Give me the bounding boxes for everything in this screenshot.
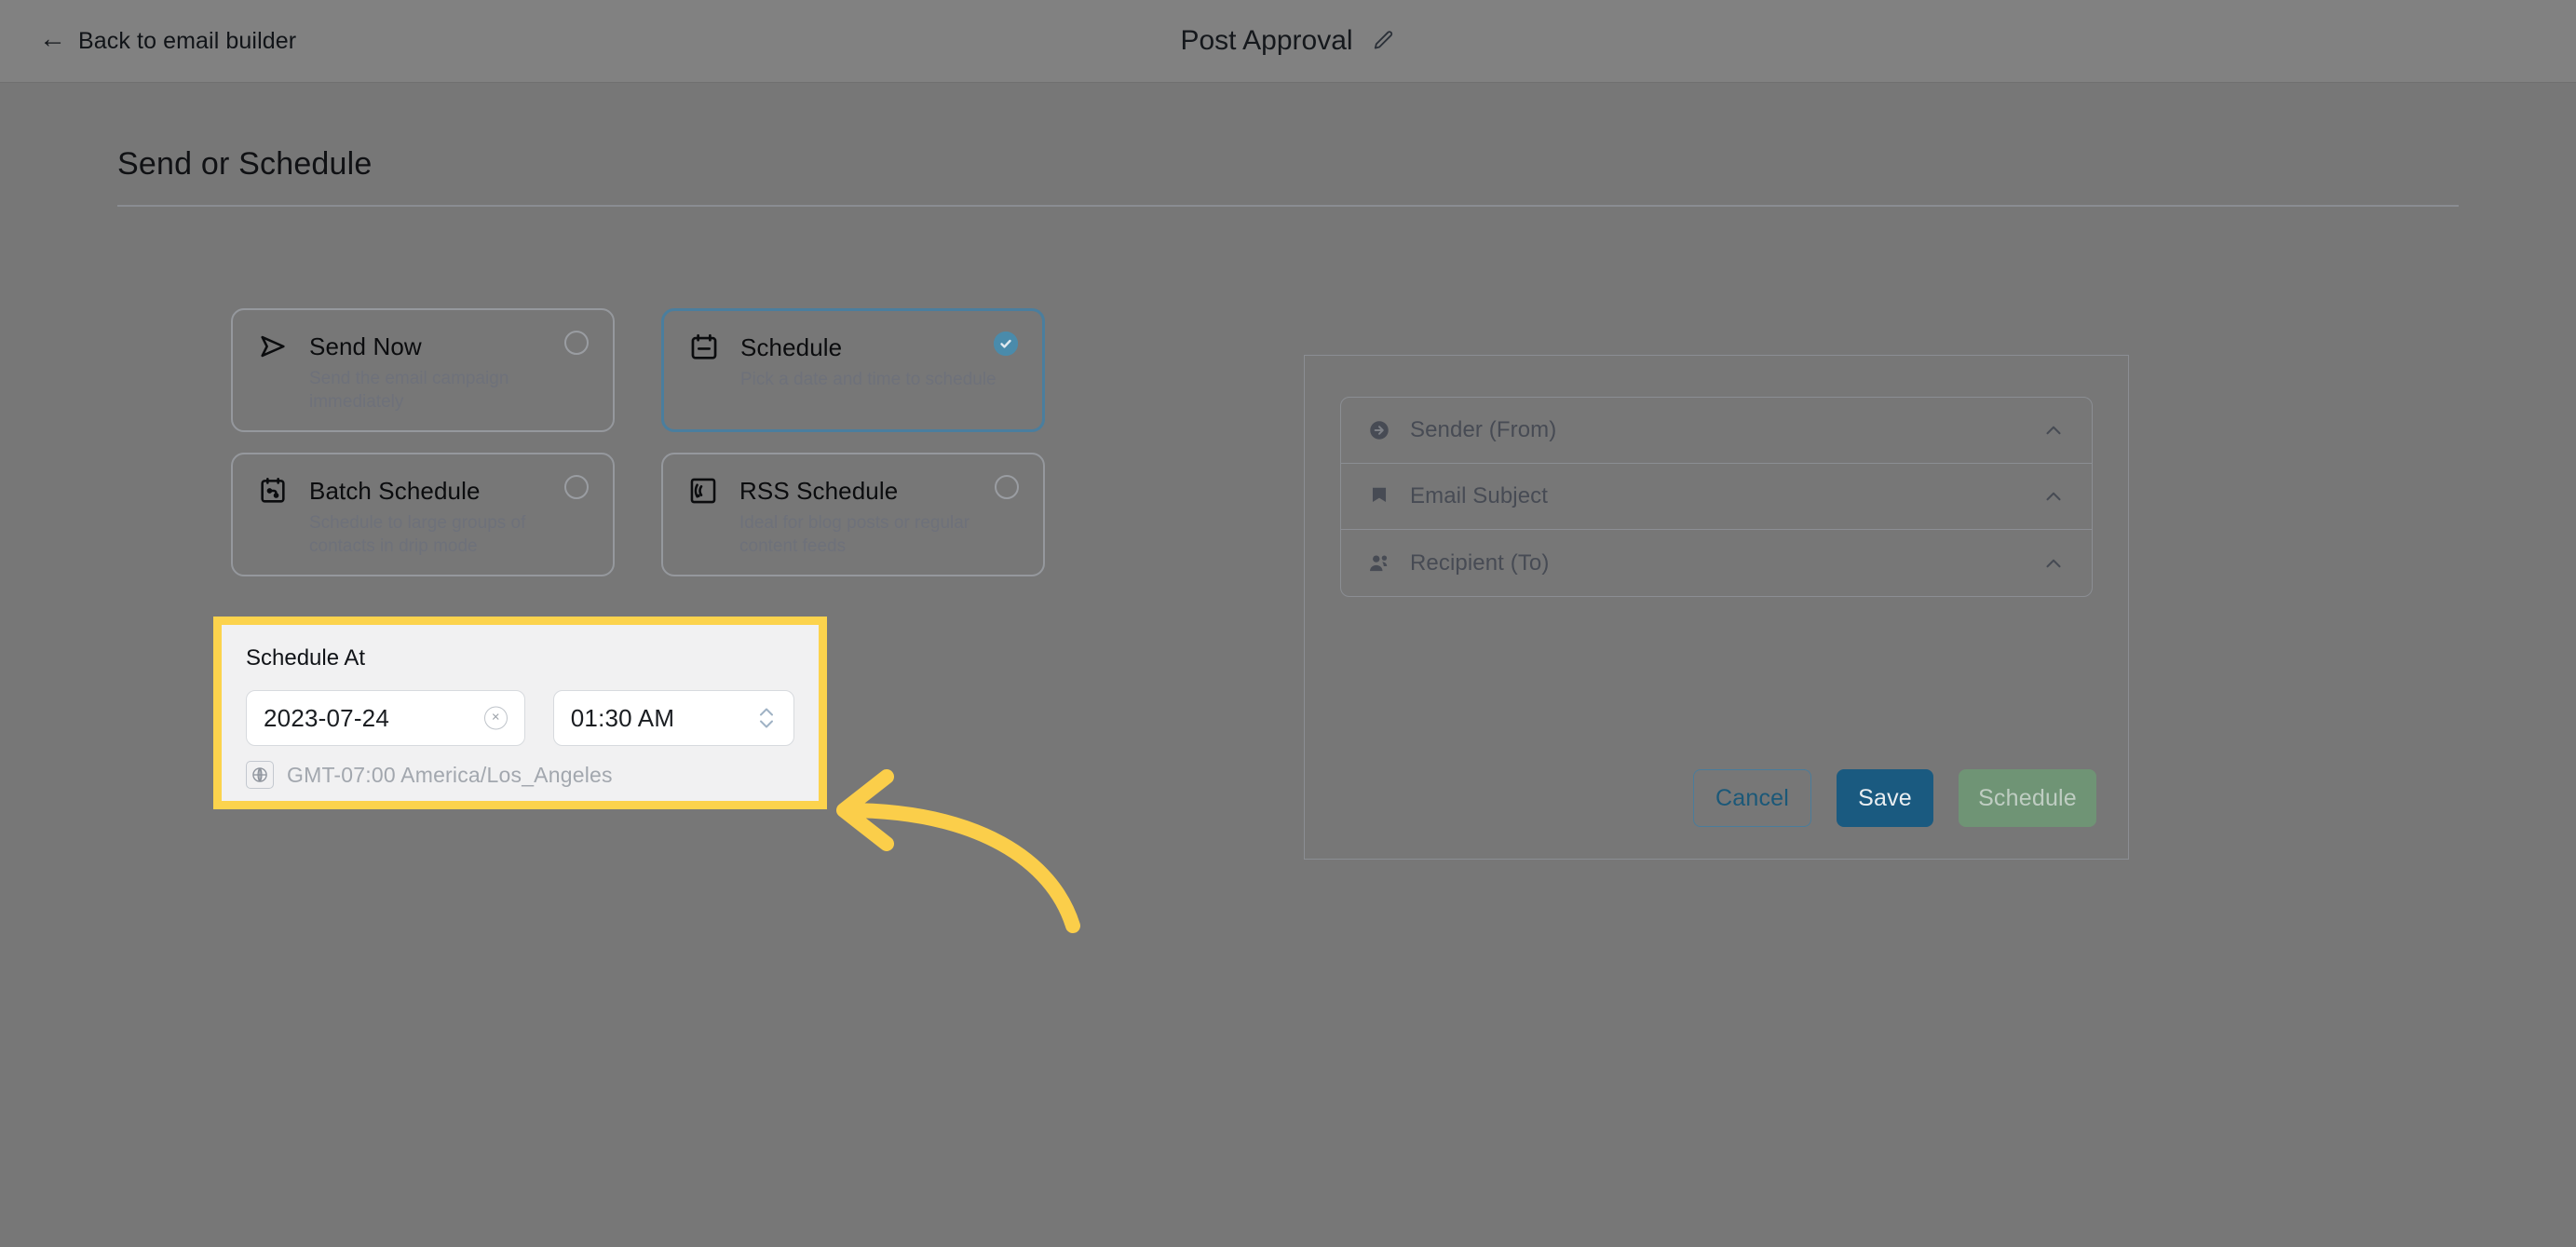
option-head: RSS Schedule — [687, 475, 1019, 507]
date-time-row: 2023-07-24 × 01:30 AM — [246, 690, 794, 746]
title-divider — [117, 205, 2459, 207]
option-head: Schedule — [688, 332, 1018, 363]
details-accordion: Sender (From) Email Subject Recipient (T… — [1340, 397, 2093, 597]
page-title: Send or Schedule — [117, 146, 373, 182]
calendar-icon — [688, 332, 720, 363]
batch-calendar-icon — [257, 475, 289, 507]
recipients-icon — [1367, 551, 1391, 576]
schedule-time-value: 01:30 AM — [570, 703, 675, 732]
save-button[interactable]: Save — [1837, 769, 1933, 827]
back-to-email-builder-button[interactable]: ← Back to email builder — [39, 24, 297, 55]
option-description: Ideal for blog posts or regular content … — [739, 513, 970, 556]
panel-action-buttons: Cancel Save Schedule — [1693, 769, 2096, 827]
cancel-button[interactable]: Cancel — [1693, 769, 1811, 827]
option-title: Schedule — [740, 332, 843, 361]
app-root: ← Back to email builder Post Approval Se… — [0, 0, 2576, 1247]
main-content: Send or Schedule Send Now Send the email — [0, 83, 2576, 1247]
timezone-label: GMT-07:00 America/Los_Angeles — [287, 762, 613, 787]
sender-arrow-icon — [1367, 418, 1391, 442]
accordion-label: Sender (From) — [1410, 417, 1557, 442]
schedule-date-input[interactable]: 2023-07-24 × — [246, 690, 525, 746]
option-title: RSS Schedule — [739, 476, 899, 505]
option-description: Pick a date and time to schedule — [740, 370, 997, 389]
globe-icon — [246, 761, 274, 789]
back-button-label: Back to email builder — [78, 27, 297, 54]
schedule-at-label: Schedule At — [246, 645, 366, 671]
option-head: Batch Schedule — [257, 475, 589, 507]
schedule-at-inner: Schedule At 2023-07-24 × 01:30 AM GMT-07… — [222, 625, 819, 809]
option-description: Send the email campaign immediately — [309, 369, 509, 412]
option-head: Send Now — [257, 331, 589, 362]
send-option-grid: Send Now Send the email campaign immedia… — [231, 308, 1048, 597]
schedule-at-panel: Schedule At 2023-07-24 × 01:30 AM GMT-07… — [213, 617, 827, 809]
rss-icon — [687, 475, 719, 507]
annotation-arrow-icon — [820, 749, 1080, 935]
campaign-name: Post Approval — [1180, 25, 1353, 56]
arrow-left-icon: ← — [39, 24, 67, 54]
accordion-item-email-subject[interactable]: Email Subject — [1341, 464, 2092, 530]
option-radio-rss-schedule[interactable] — [995, 475, 1019, 499]
option-row-1: Send Now Send the email campaign immedia… — [231, 308, 1048, 432]
schedule-date-value: 2023-07-24 — [264, 703, 389, 732]
send-plane-icon — [257, 331, 289, 362]
accordion-label: Email Subject — [1410, 483, 1549, 508]
option-title: Send Now — [309, 332, 422, 360]
chevron-up-icon[interactable] — [2041, 484, 2066, 508]
subject-tag-icon — [1367, 484, 1391, 508]
accordion-item-recipient[interactable]: Recipient (To) — [1341, 530, 2092, 596]
accordion-item-sender[interactable]: Sender (From) — [1341, 398, 2092, 464]
option-radio-batch-schedule[interactable] — [564, 475, 589, 499]
option-title: Batch Schedule — [309, 476, 481, 505]
campaign-details-panel: Sender (From) Email Subject Recipient (T… — [1304, 355, 2129, 860]
chevron-up-icon[interactable] — [2041, 551, 2066, 576]
top-bar: ← Back to email builder Post Approval — [0, 0, 2576, 83]
option-card-send-now[interactable]: Send Now Send the email campaign immedia… — [231, 308, 615, 432]
chevron-up-down-icon[interactable] — [756, 702, 777, 734]
option-row-2: Batch Schedule Schedule to large groups … — [231, 453, 1048, 576]
close-circle-icon[interactable]: × — [483, 706, 508, 730]
option-radio-schedule[interactable] — [994, 332, 1018, 356]
option-description: Schedule to large groups of contacts in … — [309, 513, 526, 556]
timezone-row: GMT-07:00 America/Los_Angeles — [246, 761, 794, 789]
schedule-time-input[interactable]: 01:30 AM — [552, 690, 794, 746]
option-card-batch-schedule[interactable]: Batch Schedule Schedule to large groups … — [231, 453, 615, 576]
option-card-rss-schedule[interactable]: RSS Schedule Ideal for blog posts or reg… — [661, 453, 1045, 576]
accordion-label: Recipient (To) — [1410, 549, 1550, 576]
page-header-title: Post Approval — [1180, 25, 1395, 57]
schedule-button: Schedule — [1959, 769, 2096, 827]
pencil-icon[interactable] — [1372, 29, 1396, 53]
option-radio-send-now[interactable] — [564, 331, 589, 355]
option-card-schedule[interactable]: Schedule Pick a date and time to schedul… — [661, 308, 1045, 432]
chevron-up-icon[interactable] — [2041, 418, 2066, 442]
